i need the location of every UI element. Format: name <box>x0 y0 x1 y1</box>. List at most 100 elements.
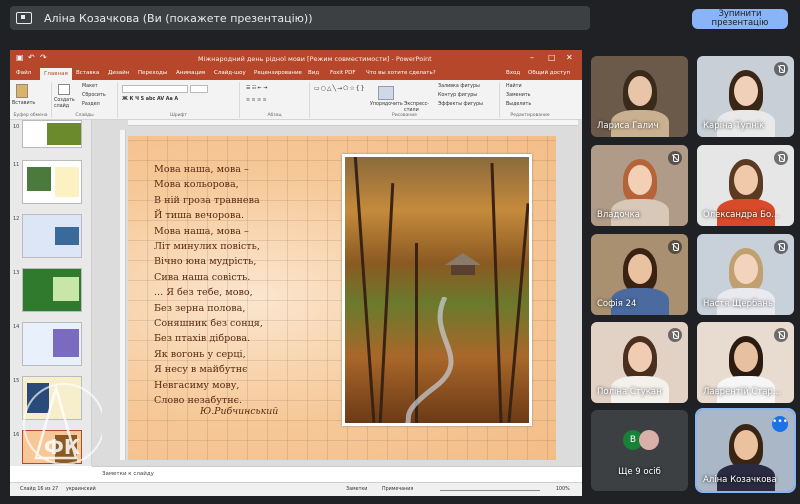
avatar <box>639 430 659 450</box>
reset-button[interactable]: Сбросить <box>82 93 106 98</box>
mic-off-icon <box>668 151 682 165</box>
ppt-window-title: Міжнародний день рідної мови [Режим совм… <box>198 55 432 63</box>
group-label: Рисование <box>392 113 417 118</box>
notes-pane[interactable]: Заметки к слайду <box>92 466 582 482</box>
poem-line: Літ минулих повість, <box>154 241 260 253</box>
participant-tile[interactable]: Олександра Бо... <box>697 145 794 226</box>
zoom-level[interactable]: 100% <box>556 487 570 492</box>
paste-icon[interactable] <box>16 84 28 98</box>
undo-icon[interactable]: ↶ <box>28 53 35 62</box>
arrange-icon[interactable] <box>378 86 394 100</box>
participant-tile[interactable]: ••• Аліна Козачкова <box>695 408 796 493</box>
poem-line: Мова наша, мова – <box>154 164 249 175</box>
poem-line: Я несу в майбутнє <box>154 364 248 376</box>
horizontal-ruler <box>128 120 578 126</box>
participant-tile[interactable]: Поліна Стукан <box>591 322 688 403</box>
slide-thumb[interactable] <box>22 120 82 148</box>
tab-design[interactable]: Дизайн <box>108 70 129 76</box>
autumn-forest-photo[interactable] <box>342 154 532 426</box>
find-button[interactable]: Найти <box>506 84 522 89</box>
participant-tile[interactable]: Лариса Галич <box>591 56 688 137</box>
tab-slideshow[interactable]: Слайд-шоу <box>214 70 246 76</box>
slide-thumb[interactable] <box>22 214 82 258</box>
minimize-icon[interactable]: – <box>530 53 534 62</box>
tab-animation[interactable]: Анимация <box>176 70 205 76</box>
tab-foxit[interactable]: Foxit PDF <box>330 70 356 76</box>
slide-thumb[interactable] <box>22 322 82 366</box>
group-label: Абзац <box>267 113 282 118</box>
mic-off-icon <box>774 151 788 165</box>
group-editing: Найти Заменить Выделить Редактирование <box>500 82 560 118</box>
slide-counter: Слайд 16 из 27 <box>20 487 59 492</box>
watermark-logo: ФК <box>23 383 102 465</box>
comments-toggle[interactable]: Примечания <box>382 487 413 492</box>
participant-name: Настя Щербань <box>703 299 773 309</box>
tab-insert[interactable]: Вставка <box>76 70 99 76</box>
poem-text[interactable]: Мова наша, мова – Мова кольорова, В ній гр… <box>154 162 263 409</box>
font-name-select[interactable] <box>122 85 188 93</box>
redo-icon[interactable]: ↷ <box>40 53 47 62</box>
font-size-select[interactable] <box>190 85 208 93</box>
presenting-text: Аліна Козачкова (Ви (покажете презентаці… <box>44 11 313 25</box>
shape-outline-button[interactable]: Контур фигуры <box>438 93 477 98</box>
slide-thumb[interactable] <box>22 160 82 204</box>
group-drawing: ▭○△╲→⬠☆{} Упорядочить Экспресс-стили Зал… <box>310 82 500 118</box>
group-slides: Создать слайд Макет Сбросить Раздел Слай… <box>52 82 118 118</box>
group-label: Шрифт <box>169 113 188 118</box>
mic-off-icon <box>668 328 682 342</box>
tab-home[interactable]: Главная <box>40 68 72 80</box>
bullets-icon[interactable]: ☰ ☷ ⇤ ⇥ <box>246 86 267 91</box>
arrange-button[interactable]: Упорядочить <box>370 102 403 107</box>
tab-review[interactable]: Рецензирование <box>254 70 302 76</box>
slide-thumb[interactable] <box>22 268 82 312</box>
paste-button[interactable]: Вставить <box>12 101 35 106</box>
new-slide-icon[interactable] <box>58 84 70 95</box>
participant-name: Владочка <box>597 210 640 220</box>
tab-view[interactable]: Вид <box>308 70 319 76</box>
tell-me-search[interactable]: Что вы хотите сделать? <box>366 70 436 76</box>
select-button[interactable]: Выделить <box>506 102 531 107</box>
participant-tile[interactable]: Настя Щербань <box>697 234 794 315</box>
shapes-gallery[interactable]: ▭○△╲→⬠☆{} <box>314 85 365 92</box>
zoom-slider[interactable] <box>440 490 540 491</box>
participant-tile[interactable]: Владочка <box>591 145 688 226</box>
layout-button[interactable]: Макет <box>82 84 98 89</box>
tab-transitions[interactable]: Переходы <box>138 70 167 76</box>
hut-icon <box>445 253 481 275</box>
more-options-icon[interactable]: ••• <box>772 416 788 432</box>
poem-line: Сива наша совість. <box>154 271 251 283</box>
poem-line: В ній гроза травнева <box>154 194 260 206</box>
participant-tile[interactable]: В Ще 9 осіб <box>591 410 688 491</box>
language-indicator[interactable]: украинский <box>66 487 96 492</box>
bold-icon[interactable]: Ж К Ч S abc AV Aa A <box>122 97 178 102</box>
stop-presenting-button[interactable]: Зупинити презентацію <box>692 9 788 29</box>
save-icon[interactable]: ▣ <box>16 53 24 62</box>
notes-toggle[interactable]: Заметки <box>346 487 367 492</box>
share-button[interactable]: Общий доступ <box>528 70 570 76</box>
poem-line: Без зерна полова, <box>154 302 246 314</box>
login-link[interactable]: Вход <box>506 70 520 76</box>
poem-line: Вічно юна мудрість, <box>154 256 257 268</box>
create-slide-button[interactable]: Создать слайд <box>54 98 78 110</box>
mic-off-icon <box>774 62 788 76</box>
participant-tile[interactable]: Лаврентій Стар... <box>697 322 794 403</box>
align-icon[interactable]: ≡ ≡ ≡ ≡ <box>246 98 267 103</box>
current-slide[interactable]: Мова наша, мова – Мова кольорова, В ній гр… <box>128 136 556 460</box>
tab-file[interactable]: Файл <box>16 70 31 76</box>
participant-name: Ще 9 осіб <box>618 467 661 477</box>
section-button[interactable]: Раздел <box>82 102 100 107</box>
participant-name: Софія 24 <box>597 299 637 309</box>
maximize-icon[interactable]: □ <box>548 53 556 62</box>
poem-line: ... Я без тебе, мово, <box>154 287 253 299</box>
poem-author: Ю.Рибчинський <box>200 406 279 417</box>
shape-fill-button[interactable]: Заливка фигуры <box>438 84 480 89</box>
close-icon[interactable]: ✕ <box>566 53 573 62</box>
shape-effects-button[interactable]: Эффекты фигуры <box>438 102 483 107</box>
slide-editor[interactable]: Мова наша, мова – Мова кольорова, В ній гр… <box>92 120 582 466</box>
participant-name: Лариса Галич <box>597 121 659 131</box>
replace-button[interactable]: Заменить <box>506 93 530 98</box>
mic-off-icon <box>774 328 788 342</box>
participant-tile[interactable]: Софія 24 <box>591 234 688 315</box>
slide-number: 11 <box>13 162 20 168</box>
participant-tile[interactable]: Каріна Тупнік <box>697 56 794 137</box>
